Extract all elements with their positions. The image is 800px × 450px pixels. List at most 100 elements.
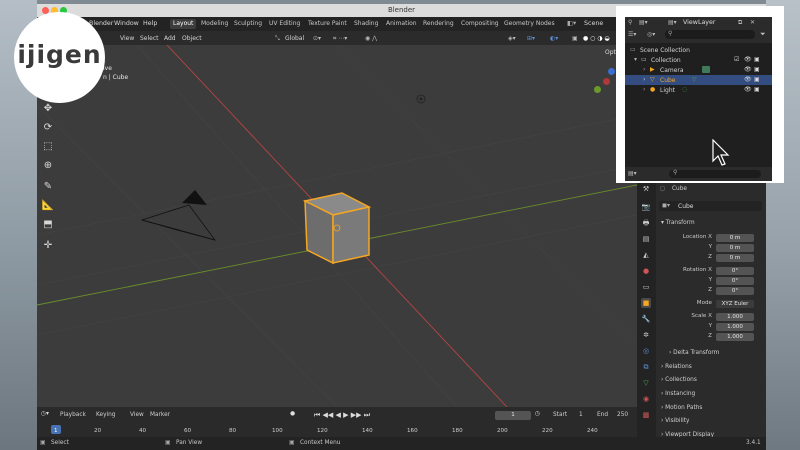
record-icon[interactable]: ● bbox=[290, 411, 295, 417]
new-view-layer-icon[interactable]: ⧉ bbox=[738, 19, 742, 27]
outliner-search-input[interactable]: ⚲ bbox=[665, 30, 755, 39]
annotate-icon[interactable]: ✎ bbox=[40, 179, 56, 195]
menu-keying[interactable]: Keying bbox=[96, 412, 115, 418]
gizmo-z-icon[interactable] bbox=[608, 68, 615, 75]
tab-texture-paint[interactable]: Texture Paint bbox=[305, 19, 350, 29]
transform-icon[interactable]: ⊕ bbox=[40, 158, 56, 174]
measure-icon[interactable]: 📐 bbox=[40, 198, 56, 214]
rotation-mode-dropdown[interactable]: XYZ Euler bbox=[716, 300, 754, 308]
render-tab-icon[interactable]: 📷 bbox=[641, 202, 651, 212]
camera-object[interactable] bbox=[140, 190, 217, 241]
rotation-y-field[interactable]: 0° bbox=[716, 277, 754, 285]
menu-view-timeline[interactable]: View bbox=[130, 412, 144, 418]
current-frame-field[interactable]: 1 bbox=[495, 411, 531, 420]
render-camera-icon[interactable]: ▣ bbox=[754, 76, 760, 83]
material-tab-icon[interactable]: ◉ bbox=[641, 394, 651, 404]
eye-icon[interactable]: 👁 bbox=[744, 86, 752, 93]
scale-icon[interactable]: ⬚ bbox=[40, 139, 56, 155]
particles-tab-icon[interactable]: ✲ bbox=[641, 330, 651, 340]
tab-geometry-nodes[interactable]: Geometry Nodes bbox=[501, 19, 558, 29]
outliner-item-scene-collection[interactable]: ▭ Scene Collection bbox=[625, 45, 772, 55]
outliner-editor-type-icon[interactable]: ☰▾ bbox=[628, 31, 636, 38]
outliner-item-camera[interactable]: › ▶ Camera 👁 ▣ bbox=[625, 65, 772, 75]
location-x-field[interactable]: 0 m bbox=[716, 234, 754, 242]
tab-rendering[interactable]: Rendering bbox=[420, 19, 457, 29]
scale-y-field[interactable]: 1.000 bbox=[716, 323, 754, 331]
properties-editor-type-icon[interactable]: ▤▾ bbox=[628, 170, 637, 177]
rotate-icon[interactable]: ⟳ bbox=[40, 120, 56, 136]
outliner-item-cube[interactable]: › ▽ Cube ▽ 👁 ▣ bbox=[625, 75, 772, 85]
object-name-field[interactable]: ◼▾ Cube bbox=[659, 201, 762, 211]
render-camera-icon[interactable]: ▣ bbox=[754, 66, 760, 73]
menu-marker[interactable]: Marker bbox=[150, 412, 170, 418]
3d-viewport[interactable]: ive n | Cube Opti ⊕ ✋ ◉ ▦ bbox=[37, 45, 637, 407]
section-delta-transform[interactable]: › Delta Transform bbox=[669, 350, 719, 356]
constraints-tab-icon[interactable]: ⧉ bbox=[641, 362, 651, 372]
object-tab-icon[interactable]: ■ bbox=[641, 298, 651, 308]
tab-layout[interactable]: Layout bbox=[170, 19, 197, 29]
properties-search-input[interactable]: ⚲ bbox=[669, 169, 761, 178]
rotation-x-field[interactable]: 0° bbox=[716, 267, 754, 275]
section-instancing[interactable]: › Instancing bbox=[661, 391, 695, 397]
expand-cube-icon[interactable]: › bbox=[643, 76, 645, 83]
eye-icon[interactable]: 👁 bbox=[744, 76, 752, 83]
playback-controls[interactable]: ⏮ ◀◀ ◀ ▶ ▶▶ ⏭ bbox=[314, 411, 370, 420]
section-collections[interactable]: › Collections bbox=[661, 377, 697, 383]
pivot-icon[interactable]: ⊙▾ bbox=[313, 35, 321, 42]
expand-collection-icon[interactable]: ▾ bbox=[634, 56, 637, 63]
xray-icon[interactable]: ▣ bbox=[572, 35, 578, 42]
remove-view-layer-icon[interactable]: ✕ bbox=[750, 19, 755, 26]
section-relations[interactable]: › Relations bbox=[661, 364, 692, 370]
outliner-item-collection[interactable]: ▾ ▭ Collection ☑ 👁 ▣ bbox=[625, 55, 772, 65]
view-layer-selector[interactable]: ViewLayer bbox=[683, 19, 716, 26]
tool-tab-icon[interactable]: ⚒ bbox=[641, 184, 651, 194]
visibility-icon[interactable]: ◈▾ bbox=[508, 35, 516, 42]
gizmo-x-icon[interactable] bbox=[603, 78, 610, 85]
render-camera-icon[interactable]: ▣ bbox=[754, 86, 760, 93]
menu-window[interactable]: Window bbox=[114, 20, 139, 27]
cube-object[interactable] bbox=[302, 192, 372, 265]
start-frame-field[interactable]: 1 bbox=[579, 412, 583, 418]
tab-animation[interactable]: Animation bbox=[383, 19, 420, 29]
section-motion-paths[interactable]: › Motion Paths bbox=[661, 405, 702, 411]
timeline[interactable]: ◷▾ Playback Keying View Marker ● ⏮ ◀◀ ◀ … bbox=[37, 407, 637, 437]
scale-z-field[interactable]: 1.000 bbox=[716, 333, 754, 341]
menu-object[interactable]: Object bbox=[182, 35, 202, 42]
proportional-edit-icon[interactable]: ◉ ⋀ bbox=[365, 35, 377, 42]
output-tab-icon[interactable]: 🖶 bbox=[641, 218, 651, 228]
physics-tab-icon[interactable]: ◎ bbox=[641, 346, 651, 356]
display-mode-icon[interactable]: ▤▾ bbox=[639, 19, 648, 26]
transform-orientation-dropdown[interactable]: Global bbox=[285, 35, 304, 42]
outliner[interactable]: ⚲ ▤▾ ▤▾ ViewLayer ⧉ ✕ ☰▾ ◎▾ ⚲ ⏷ ▭ Scene … bbox=[625, 17, 772, 181]
location-z-field[interactable]: 0 m bbox=[716, 254, 754, 262]
expand-light-icon[interactable]: › bbox=[643, 86, 645, 93]
outliner-view-icon[interactable]: ◎▾ bbox=[647, 31, 655, 38]
shading-solid-icon[interactable]: ● ○ ◑ ◒ bbox=[583, 35, 610, 42]
filter-icon[interactable]: ⏷ bbox=[760, 30, 766, 39]
gizmo-y-icon[interactable] bbox=[594, 86, 601, 93]
outliner-item-light[interactable]: › ● Light ◌ 👁 ▣ bbox=[625, 85, 772, 95]
light-object[interactable] bbox=[416, 94, 426, 104]
transform-panel-header[interactable]: ▾ Transform bbox=[661, 220, 695, 226]
expand-camera-icon[interactable]: › bbox=[643, 66, 645, 73]
tab-sculpting[interactable]: Sculpting bbox=[231, 19, 265, 29]
snap-icon[interactable]: ⌗ ⋯▾ bbox=[333, 35, 347, 43]
texture-tab-icon[interactable]: ▩ bbox=[641, 410, 651, 420]
collection-checkbox-icon[interactable]: ☑ bbox=[734, 56, 739, 63]
menu-add[interactable]: Add bbox=[164, 35, 176, 42]
scene-selector[interactable]: Scene bbox=[584, 20, 603, 27]
collection-tab-icon[interactable]: ▭ bbox=[641, 282, 651, 292]
tab-compositing[interactable]: Compositing bbox=[458, 19, 502, 29]
eye-icon[interactable]: 👁 bbox=[744, 66, 752, 73]
menu-playback[interactable]: Playback bbox=[60, 412, 86, 418]
render-camera-icon[interactable]: ▣ bbox=[754, 56, 760, 63]
pin-icon[interactable]: ⚲ bbox=[628, 19, 632, 26]
eye-icon[interactable]: 👁 bbox=[744, 56, 752, 63]
location-y-field[interactable]: 0 m bbox=[716, 244, 754, 252]
menu-select[interactable]: Select bbox=[140, 35, 159, 42]
cursor-tool-icon[interactable]: ✛ bbox=[40, 238, 56, 254]
tab-modeling[interactable]: Modeling bbox=[198, 19, 231, 29]
timeline-editor-type-icon[interactable]: ◷▾ bbox=[41, 411, 49, 417]
tab-uv-editing[interactable]: UV Editing bbox=[266, 19, 303, 29]
add-cube-icon[interactable]: ⬒ bbox=[40, 217, 56, 233]
